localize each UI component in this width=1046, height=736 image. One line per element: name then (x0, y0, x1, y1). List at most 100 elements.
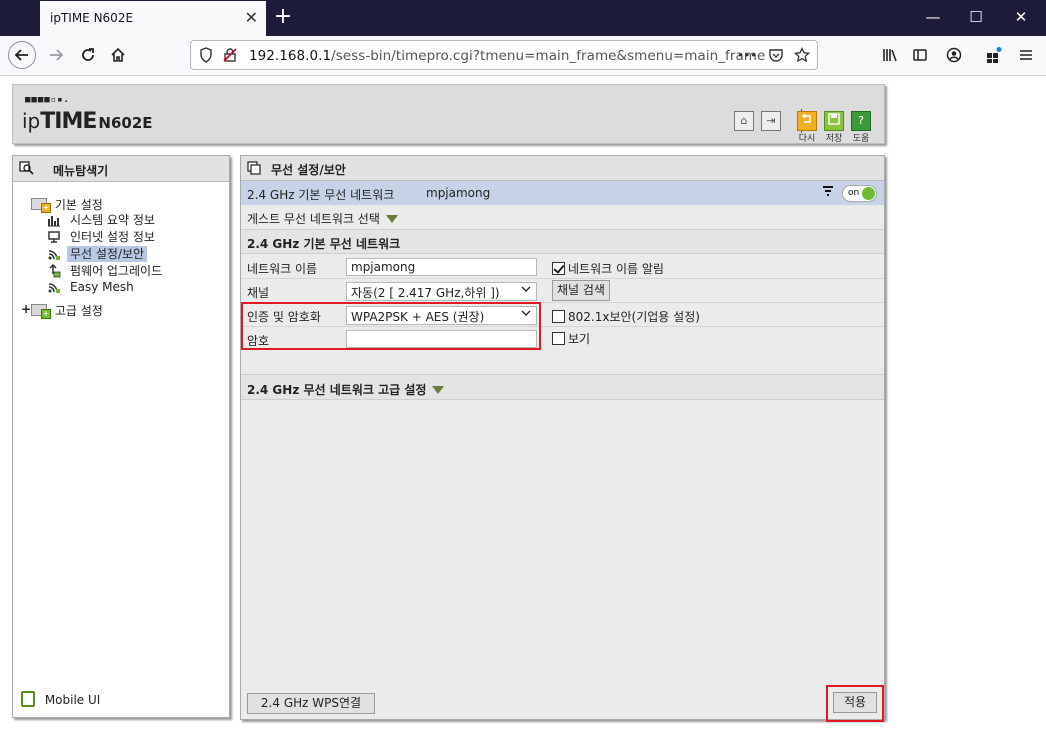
address-bar[interactable]: 192.168.0.1/sess-bin/timepro.cgi?tmenu=m… (190, 40, 818, 70)
help-icon[interactable]: ? (851, 111, 871, 131)
triangle-down-icon (432, 386, 445, 394)
enterprise-security-label: 802.1x보안(기업용 설정) (568, 310, 700, 324)
apply-button[interactable]: 적용 (833, 692, 877, 713)
menu-button[interactable] (1012, 41, 1040, 69)
tree-group-advanced-label: 고급 설정 (54, 304, 103, 318)
guest-network-row[interactable]: 게스트 무선 네트워크 선택 (241, 205, 884, 230)
reload-settings-label: 다시 (798, 134, 816, 144)
logo-time: TIME (40, 109, 97, 134)
save-settings-icon[interactable] (824, 111, 844, 131)
basic-network-section-title: 2.4 GHz 기본 무선 네트워크 (241, 230, 884, 254)
toggle-knob (862, 187, 875, 200)
home-icon (111, 47, 125, 62)
tree-group-advanced[interactable]: + + 고급 설정 (21, 302, 103, 319)
url-path: /sess-bin/timepro.cgi?tmenu=main_frame&s… (331, 48, 766, 64)
sidebar-toggle-button[interactable] (906, 41, 934, 69)
advanced-settings-row[interactable]: 2.4 GHz 무선 네트워크 고급 설정 (241, 374, 884, 400)
library-icon (883, 49, 897, 62)
channel-select[interactable]: 자동(2 [ 2.417 GHz,하위 ]) (346, 282, 537, 301)
network-name-label: 네트워크 이름 (247, 262, 318, 276)
page-actions-icon[interactable]: ••• (736, 47, 758, 65)
window-close-button[interactable]: ✕ (1011, 7, 1031, 27)
reload-button[interactable] (74, 41, 102, 69)
tree-group-basic-label: 기본 설정 (54, 198, 103, 212)
sidebar-item-label: Easy Mesh (70, 280, 134, 294)
bar-chart-icon (47, 213, 61, 227)
reload-settings-icon[interactable] (797, 111, 817, 131)
home-button[interactable] (104, 41, 132, 69)
advanced-settings-text: 2.4 GHz 무선 네트워크 고급 설정 (247, 383, 427, 397)
window-minimize-button[interactable]: — (923, 7, 943, 27)
url-text[interactable]: 192.168.0.1/sess-bin/timepro.cgi?tmenu=m… (249, 48, 765, 64)
expand-plus-icon[interactable]: + (21, 302, 31, 316)
network-status-ssid: mpjamong (426, 186, 491, 200)
page-title: 무선 설정/보안 (271, 163, 346, 177)
section-title-label: 2.4 GHz 기본 무선 네트워크 (247, 237, 401, 251)
folder-icon: + (31, 198, 51, 213)
triangle-down-icon (385, 215, 398, 223)
mobile-phone-icon (21, 691, 35, 707)
reload-icon (82, 48, 94, 61)
back-button[interactable] (8, 41, 36, 69)
channel-select-value: 자동(2 [ 2.417 GHz,하위 ]) (351, 286, 500, 300)
firmware-icon (47, 263, 61, 278)
sidebar-header: 메뉴탐색기 (13, 156, 229, 182)
extensions-button[interactable] (980, 41, 1008, 69)
forward-button[interactable] (42, 41, 70, 69)
sidebar-item-label: 시스템 요약 정보 (70, 213, 155, 227)
router-home-icon[interactable]: ⌂ (734, 111, 754, 131)
browser-tab-bar: ipTIME N602E ✕ + — ☐ ✕ (0, 0, 1046, 36)
show-password-label: 보기 (568, 332, 591, 346)
filter-icon[interactable] (822, 185, 834, 201)
new-tab-button[interactable]: + (272, 4, 294, 30)
network-status-row[interactable]: 2.4 GHz 기본 무선 네트워크 mpjamong on (241, 181, 884, 205)
enterprise-security-checkbox[interactable] (552, 310, 565, 323)
account-button[interactable] (940, 41, 968, 69)
panel-header: 무선 설정/보안 (241, 156, 884, 181)
wireless-settings-panel: 무선 설정/보안 2.4 GHz 기본 무선 네트워크 mpjamong on … (240, 155, 885, 722)
auth-password-highlight (241, 302, 541, 350)
channel-row: 채널 자동(2 [ 2.417 GHz,하위 ]) 채널 검색 (241, 279, 884, 303)
window-maximize-button[interactable]: ☐ (966, 7, 986, 27)
wps-connect-button[interactable]: 2.4 GHz WPS연결 (247, 693, 375, 714)
menu-explorer-sidebar: 메뉴탐색기 + 기본 설정 시스템 요약 정보 인터넷 설정 정보 무선 설정/… (12, 155, 230, 718)
mesh-wireless-icon (47, 280, 61, 294)
iptime-logo: ipTIME N602E (22, 109, 153, 134)
wireless-on-toggle[interactable]: on (842, 185, 877, 202)
sidebar-icon (913, 49, 927, 61)
bookmark-star-icon[interactable] (793, 46, 811, 65)
tab-title: ipTIME N602E (50, 11, 134, 25)
sidebar-item-label: 무선 설정/보안 (67, 246, 148, 262)
monitor-icon (47, 230, 61, 244)
channel-scan-button[interactable]: 채널 검색 (552, 280, 610, 301)
enterprise-security-option[interactable]: 802.1x보안(기업용 설정) (552, 308, 700, 325)
logo-model: N602E (98, 114, 153, 132)
folder-icon: + (31, 304, 51, 319)
chevron-down-icon (521, 284, 531, 297)
router-logout-icon[interactable]: ⇥ (761, 111, 781, 131)
broadcast-ssid-checkbox[interactable] (552, 262, 565, 275)
pocket-icon[interactable] (767, 47, 785, 65)
toggle-text: on (848, 188, 860, 198)
network-name-row: 네트워크 이름 mpjamong 네트워크 이름 알림 (241, 255, 884, 279)
browser-tab[interactable]: ipTIME N602E ✕ (40, 1, 266, 36)
broadcast-ssid-label: 네트워크 이름 알림 (568, 262, 664, 276)
network-status-label: 2.4 GHz 기본 무선 네트워크 (247, 188, 395, 202)
magnifier-icon (19, 161, 35, 179)
url-host: 192.168.0.1 (249, 48, 332, 64)
logo-ip: ip (22, 109, 41, 133)
shield-icon[interactable] (197, 47, 215, 65)
insecure-lock-icon[interactable] (221, 47, 239, 65)
tree-group-basic[interactable]: + 기본 설정 (31, 196, 103, 213)
show-password-option[interactable]: 보기 (552, 330, 590, 347)
show-password-checkbox[interactable] (552, 332, 565, 345)
forward-arrow-icon (50, 49, 64, 61)
mobile-ui-link[interactable]: Mobile UI (21, 691, 100, 707)
hamburger-menu-icon (1020, 50, 1032, 60)
library-button[interactable] (876, 41, 904, 69)
network-name-input[interactable]: mpjamong (346, 258, 537, 276)
broadcast-ssid-option[interactable]: 네트워크 이름 알림 (552, 260, 664, 277)
advanced-settings-label: 2.4 GHz 무선 네트워크 고급 설정 (247, 381, 445, 398)
tab-close-icon[interactable]: ✕ (245, 8, 258, 27)
sidebar-item-label: 인터넷 설정 정보 (70, 230, 155, 244)
